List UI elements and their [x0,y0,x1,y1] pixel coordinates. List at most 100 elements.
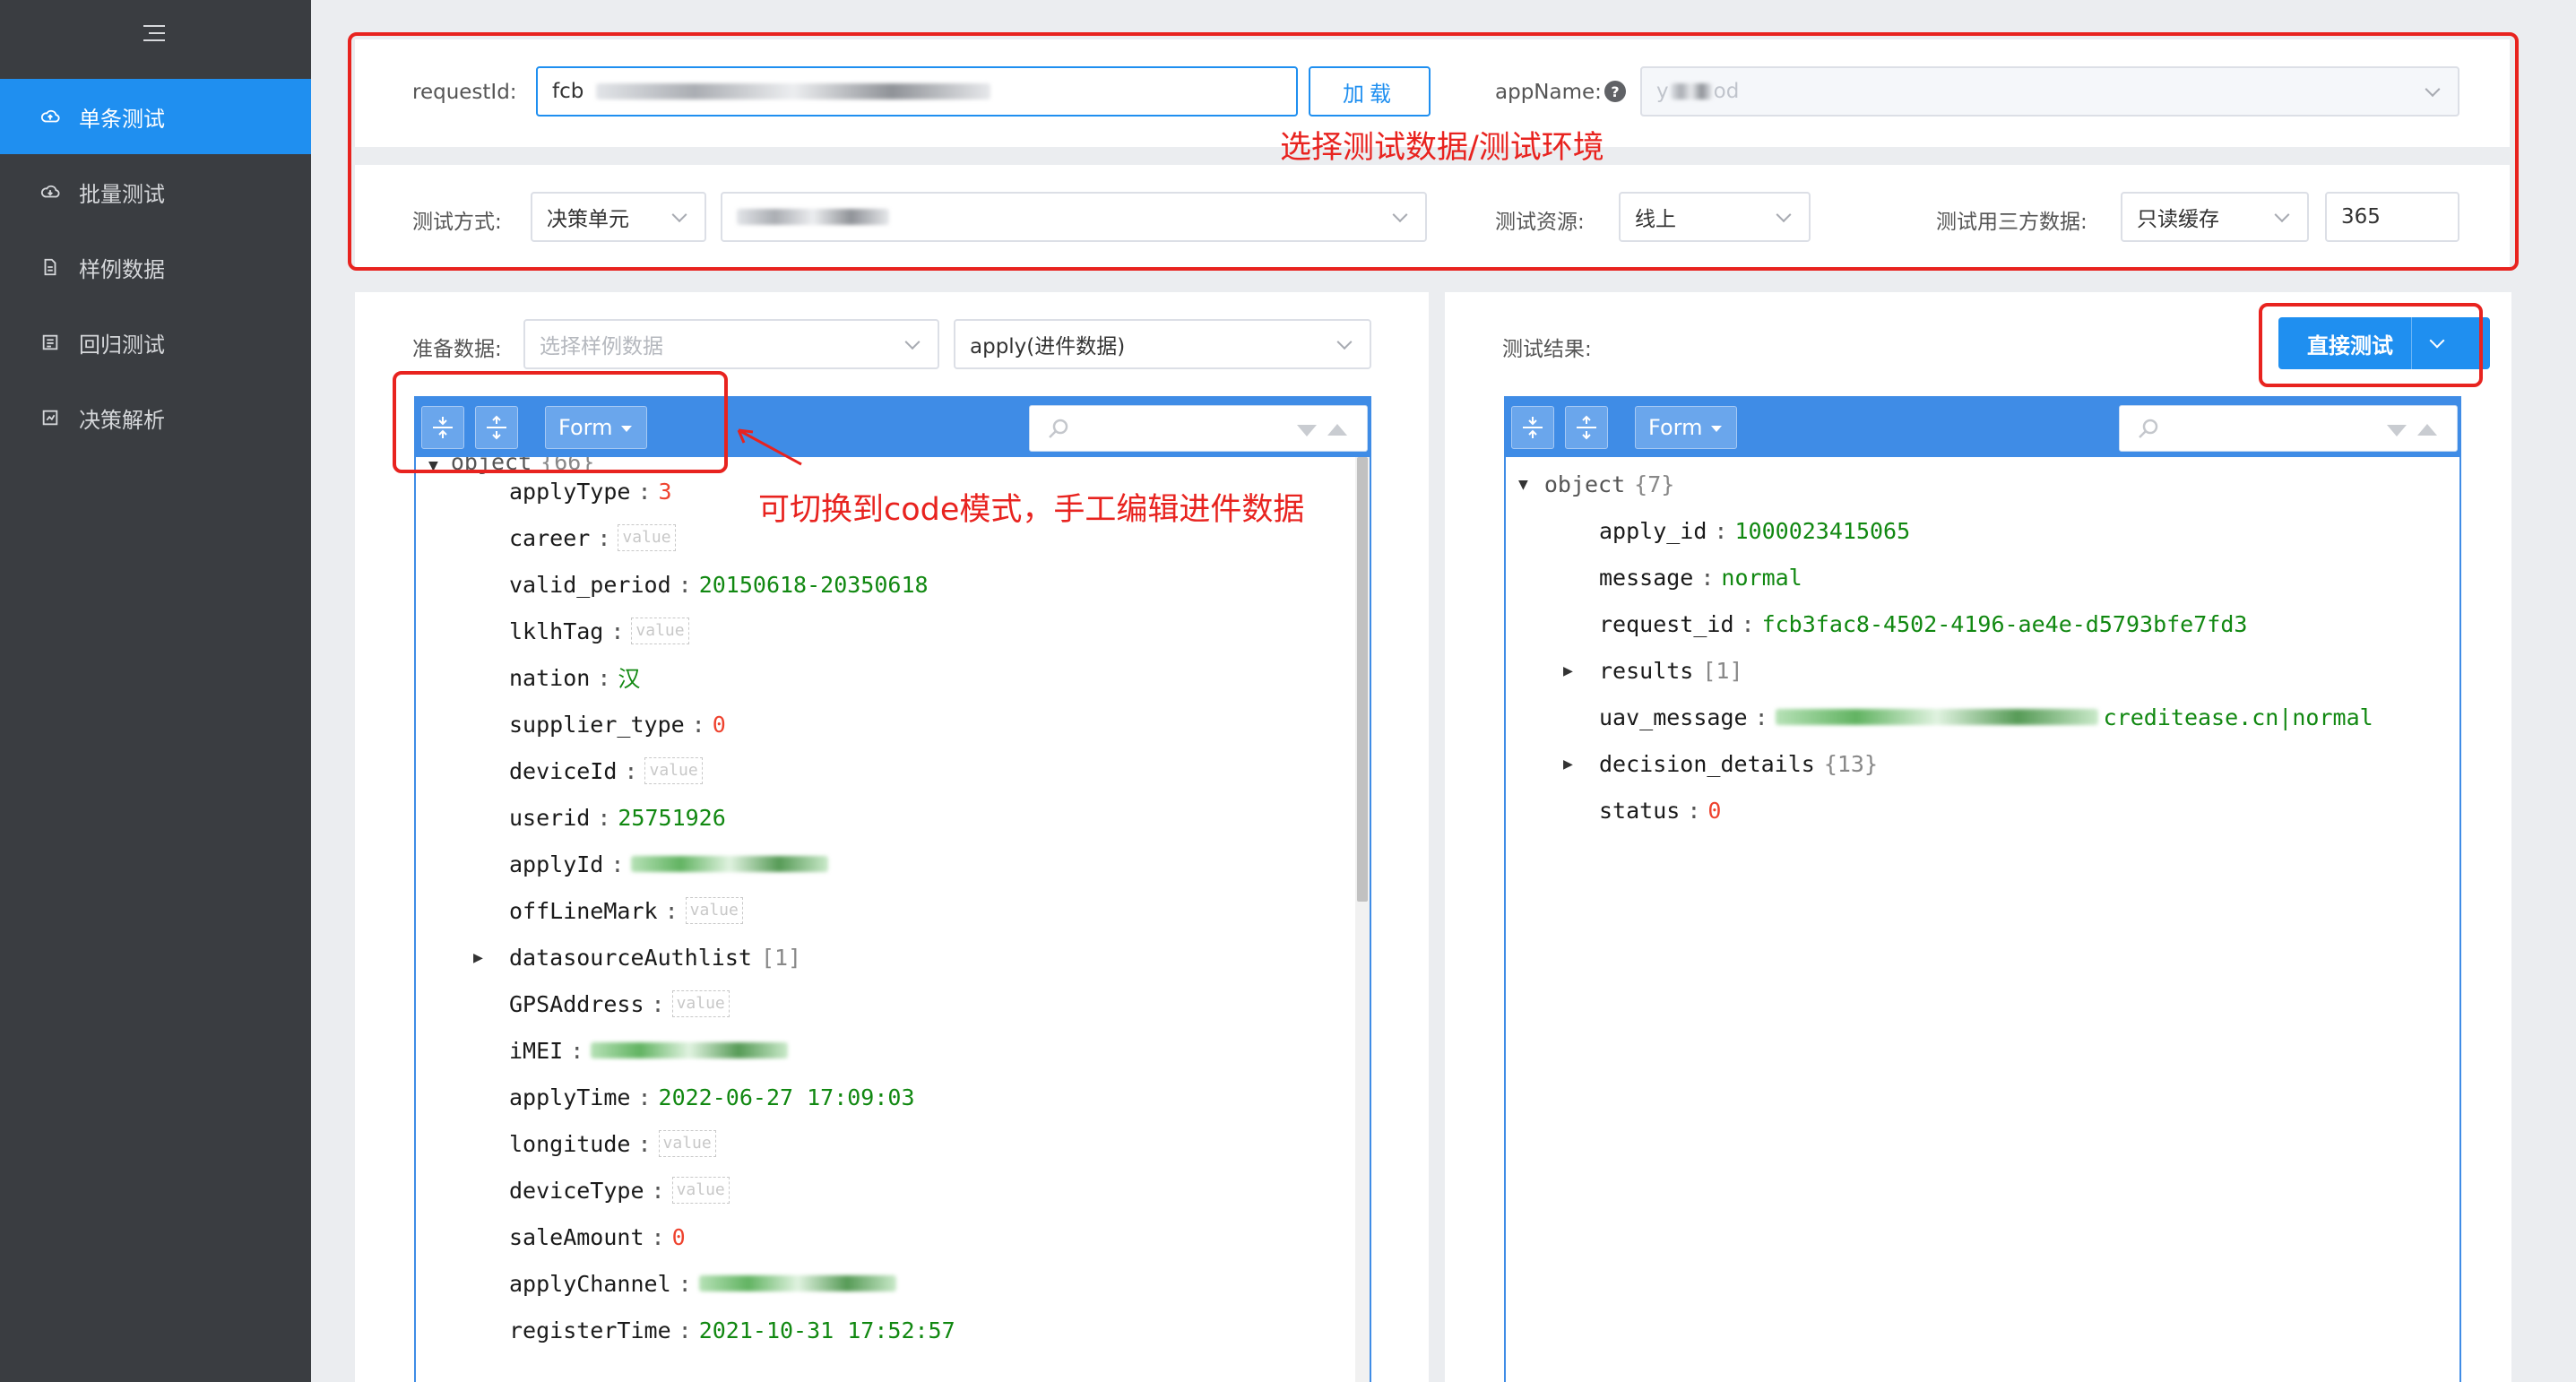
tree-row-deviceid[interactable]: deviceId: value [509,755,703,787]
sidebar-item-sample-data[interactable]: 样例数据 [0,229,311,305]
tree-key[interactable]: longitude [509,1131,630,1157]
tree-row-applytype[interactable]: applyType:3 [509,475,672,507]
tree-row-supplier-type[interactable]: supplier_type:0 [509,708,726,740]
search-next-icon[interactable] [1297,425,1317,436]
tree-key[interactable]: userid [509,805,590,831]
tree-key[interactable]: registerTime [509,1317,671,1343]
collapsed-triangle-icon[interactable]: ▶ [473,948,483,967]
tree-key[interactable]: status [1599,798,1680,824]
tree-value[interactable]: normal [1721,565,1802,591]
tree-value[interactable] [591,1038,789,1064]
tree-key[interactable]: GPSAddress [509,991,644,1017]
input-json-editor[interactable]: Form ▼ object {66} applyType:3 career: val… [414,396,1371,1382]
tree-row-offlinemark[interactable]: offLineMark: value [509,894,743,927]
tree-key[interactable]: message [1599,565,1693,591]
collapsed-triangle-icon[interactable]: ▶ [1563,661,1573,680]
tree-row-request-id[interactable]: request_id: fcb3fac8-4502-4196-ae4e-d5793… [1599,608,2247,640]
tree-key[interactable]: applyTime [509,1084,630,1110]
tree-value[interactable]: value [671,1177,730,1204]
collapse-all-icon[interactable] [1565,406,1608,449]
collapsed-triangle-icon[interactable]: ▶ [1563,755,1573,773]
mode-dropdown-button[interactable]: Form [1635,406,1737,449]
tree-value[interactable]: value [618,524,676,551]
tree-key[interactable]: request_id [1599,611,1734,637]
tree-key[interactable]: career [509,525,590,551]
tree-value[interactable]: 0 [713,712,726,738]
search-prev-icon[interactable] [1327,424,1347,436]
tree-row-registertime[interactable]: registerTime:2021-10-31 17:52:57 [509,1314,955,1346]
expanded-triangle-icon[interactable]: ▼ [1518,475,1528,494]
tree-value[interactable]: 3 [659,479,672,505]
tree-row-status[interactable]: status:0 [1599,794,1721,826]
tree-row-applychannel[interactable]: applyChannel: [509,1267,896,1300]
sidebar-item-batch-test[interactable]: 批量测试 [0,154,311,229]
tree-key[interactable]: deviceType [509,1178,644,1204]
tree-row-message[interactable]: message: normal [1599,561,1802,593]
tree-value[interactable]: value [671,990,730,1017]
tree-key[interactable]: iMEI [509,1038,563,1064]
tree-key[interactable]: datasourceAuthlist [509,945,752,971]
editor-search-input[interactable] [2119,405,2458,452]
tree-key[interactable]: applyType [509,479,630,505]
tree-value[interactable]: value [658,1130,716,1157]
tree-row-imei[interactable]: iMEI: [509,1034,789,1067]
tree-row-decision-details[interactable]: ▶ decision_details {13} [1563,747,1878,780]
tree-row-devicetype[interactable]: deviceType: value [509,1174,730,1206]
tree-value[interactable] [631,851,829,877]
tree-key[interactable]: uav_message [1599,704,1748,730]
tree-key[interactable]: decision_details [1599,751,1815,777]
tree-row-nation[interactable]: nation: 汉 [509,661,640,694]
tree-key[interactable]: supplier_type [509,712,685,738]
tree-row-gpsaddress[interactable]: GPSAddress: value [509,988,730,1020]
search-next-icon[interactable] [2387,425,2407,436]
tree-key[interactable]: applyChannel [509,1271,671,1297]
editor-scrollbar[interactable] [1355,457,1370,1382]
tree-key[interactable]: saleAmount [509,1224,644,1250]
tree-value[interactable]: 2021-10-31 17:52:57 [699,1317,955,1343]
tree-value[interactable] [698,1271,896,1297]
tree-key[interactable]: results [1599,658,1693,684]
tree-root-node[interactable]: ▼ object {7} [1518,468,1674,500]
tree-row-applyid[interactable]: applyId: [509,848,829,880]
tree-row-apply-id[interactable]: apply_id:1000023415065 [1599,514,1910,547]
tree-key[interactable]: lklhTag [509,618,603,644]
tree-row-valid-period[interactable]: valid_period:20150618-20350618 [509,568,929,600]
tree-value[interactable]: fcb3fac8-4502-4196-ae4e-d5793bfe7fd3 [1762,611,2248,637]
sidebar-item-regression-test[interactable]: 回归测试 [0,305,311,380]
data-type-select[interactable]: apply(进件数据) [954,319,1371,369]
tree-key[interactable]: offLineMark [509,898,658,924]
tree-row-longitude[interactable]: longitude: value [509,1127,716,1160]
tree-key[interactable]: valid_period [509,572,671,598]
scrollbar-thumb[interactable] [1357,457,1368,902]
tree-key[interactable]: nation [509,665,590,691]
tree-value[interactable]: 1000023415065 [1734,518,1910,544]
editor-search-input[interactable] [1029,405,1368,452]
tree-key[interactable]: deviceId [509,758,617,784]
search-prev-icon[interactable] [2417,424,2437,436]
tree-row-saleamount[interactable]: saleAmount:0 [509,1221,686,1253]
tree-value[interactable]: 25751926 [618,805,725,831]
tree-row-datasourceauthlist[interactable]: ▶ datasourceAuthlist [1] [473,941,801,973]
tree-row-results[interactable]: ▶ results [1] [1563,654,1743,687]
tree-row-career[interactable]: career: value [509,522,676,554]
sidebar-item-decision-analysis[interactable]: 决策解析 [0,380,311,455]
tree-row-userid[interactable]: userid:25751926 [509,801,726,834]
menu-toggle-icon[interactable] [143,25,165,45]
result-json-editor[interactable]: Form ▼ object {7} apply_id:1000023415065… [1504,396,2461,1382]
sidebar-item-single-test[interactable]: 单条测试 [0,79,311,154]
tree-value[interactable]: 20150618-20350618 [699,572,929,598]
tree-key[interactable]: apply_id [1599,518,1707,544]
tree-row-lklhtag[interactable]: lklhTag: value [509,615,689,647]
tree-value[interactable]: 2022-06-27 17:09:03 [659,1084,915,1110]
tree-value[interactable]: creditease.cn|normal [1775,704,2373,730]
tree-value[interactable]: value [644,757,703,784]
tree-value[interactable]: 汉 [618,661,640,694]
tree-value[interactable]: 0 [672,1224,686,1250]
tree-value[interactable]: value [685,897,743,924]
tree-value[interactable]: value [631,618,689,644]
tree-row-applytime[interactable]: applyTime:2022-06-27 17:09:03 [509,1081,915,1113]
tree-value[interactable]: 0 [1707,798,1721,824]
tree-key[interactable]: applyId [509,851,603,877]
expand-all-icon[interactable] [1511,406,1554,449]
tree-row-uav-message[interactable]: uav_message: creditease.cn|normal [1599,701,2373,733]
